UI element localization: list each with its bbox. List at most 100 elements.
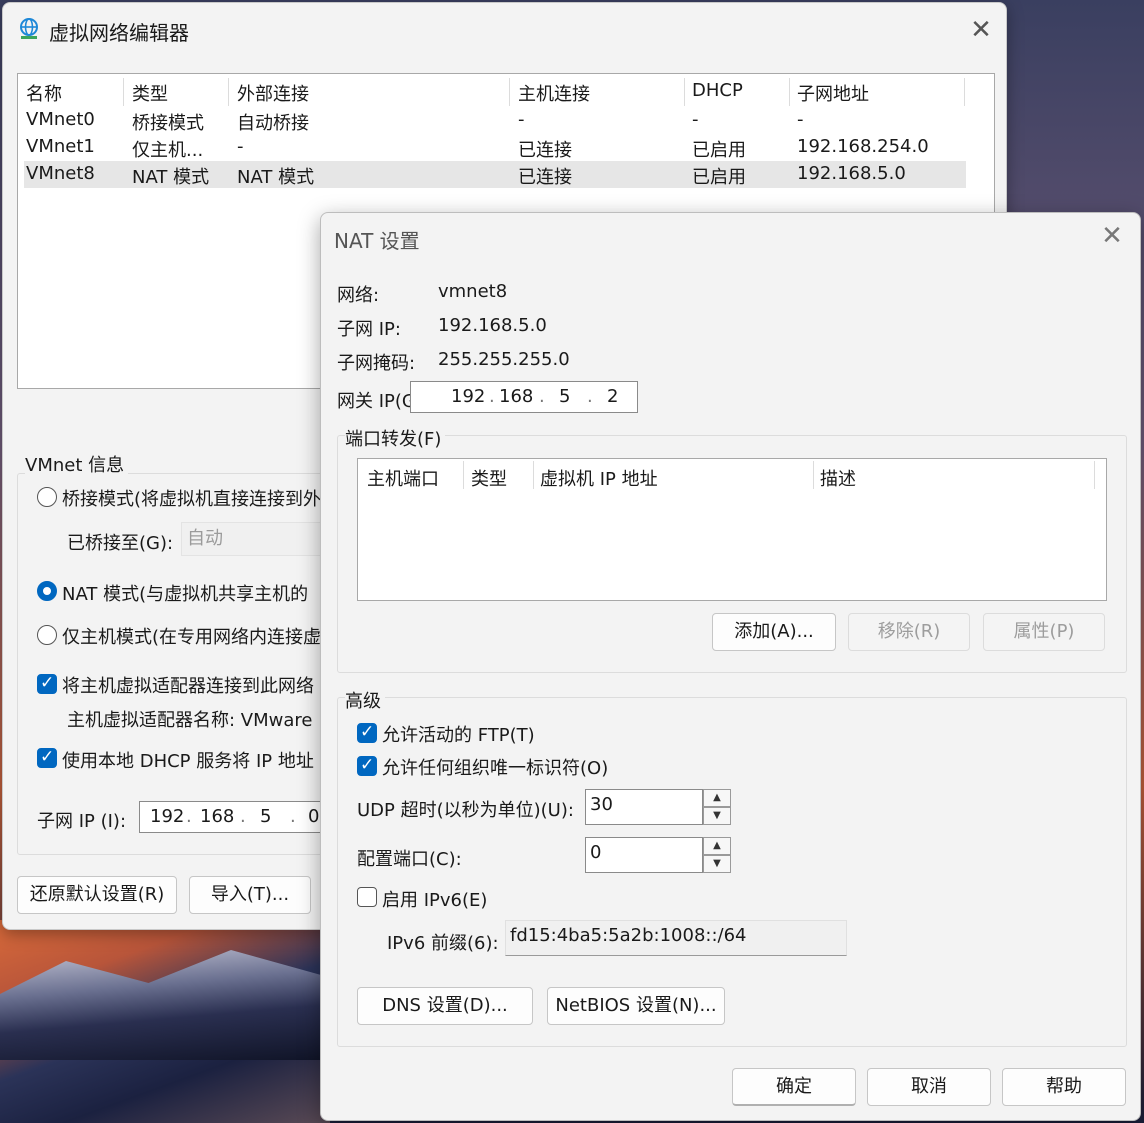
vmnet-info-label: VMnet 信息 (25, 451, 129, 477)
cell-type: 桥接模式 (132, 113, 204, 134)
ip-octet-1: 192 (451, 386, 486, 407)
ip-octet-3: 5 (260, 806, 272, 827)
nat-mode-label: NAT 模式(与虚拟机共享主机的 (62, 584, 309, 605)
close-icon[interactable]: ✕ (966, 15, 996, 45)
cell-host: 已连接 (518, 140, 572, 161)
ip-octet-2: 168 (200, 806, 235, 827)
bridged-mode-label: 桥接模式(将虚拟机直接连接到外 (62, 489, 320, 510)
ok-button[interactable]: 确定 (732, 1068, 856, 1106)
host-only-radio[interactable] (37, 625, 57, 645)
column-header-description[interactable]: 描述 (820, 465, 856, 491)
host-only-label: 仅主机模式(在专用网络内连接虚 (62, 627, 320, 648)
desktop-mountain-image (0, 950, 330, 1060)
column-header-subnet[interactable]: 子网地址 (797, 80, 869, 106)
cell-subnet: - (797, 109, 804, 130)
ipv6-prefix-label: IPv6 前缀(6): (387, 933, 499, 954)
properties-button[interactable]: 属性(P) (983, 613, 1105, 651)
title-bar[interactable]: 虚拟网络编辑器 ✕ (3, 3, 1006, 57)
help-button[interactable]: 帮助 (1002, 1068, 1126, 1106)
bridged-to-label: 已桥接至(G): (67, 533, 174, 554)
netbios-settings-button[interactable]: NetBIOS 设置(N)... (547, 987, 725, 1025)
ip-octet-4: 0 (308, 806, 320, 827)
connect-adapter-checkbox[interactable] (37, 673, 57, 694)
subnet-mask-value: 255.255.255.0 (438, 349, 570, 370)
cell-external: 自动桥接 (237, 113, 309, 134)
cell-host: - (518, 109, 525, 130)
restore-defaults-button[interactable]: 还原默认设置(R) (17, 876, 177, 914)
allow-ftp-checkbox[interactable] (357, 722, 377, 743)
subnet-ip-label: 子网 IP (I): (37, 811, 127, 832)
desktop-background (0, 920, 330, 1123)
spin-down-icon[interactable]: ▼ (703, 855, 731, 873)
subnet-mask-label: 子网掩码: (337, 353, 416, 374)
bridged-to-select[interactable]: 自动 (181, 522, 321, 556)
cell-name: VMnet8 (26, 163, 95, 184)
config-port-input[interactable]: 0 (585, 837, 703, 873)
table-row[interactable]: VMnet0 桥接模式 自动桥接 - - - (24, 107, 966, 134)
allow-oui-checkbox[interactable] (357, 755, 377, 776)
port-forwarding-label: 端口转发(F) (345, 425, 446, 451)
ipv6-prefix-input[interactable]: fd15:4ba5:5a2b:1008::/64 (505, 920, 847, 956)
table-row[interactable]: VMnet1 仅主机... - 已连接 已启用 192.168.254.0 (24, 134, 966, 161)
spin-up-icon[interactable]: ▲ (703, 837, 731, 855)
subnet-ip-label: 子网 IP: (337, 319, 401, 340)
table-row-selected[interactable]: VMnet8 NAT 模式 NAT 模式 已连接 已启用 192.168.5.0 (24, 161, 966, 188)
cell-external: NAT 模式 (237, 167, 315, 188)
config-port-label: 配置端口(C): (357, 849, 462, 870)
column-header-external[interactable]: 外部连接 (237, 80, 309, 106)
cell-name: VMnet1 (26, 136, 95, 157)
network-list-header: 名称 类型 外部连接 主机连接 DHCP 子网地址 (24, 78, 966, 106)
config-port-spinner[interactable]: ▲ ▼ (703, 837, 731, 873)
ip-octet-1: 192 (150, 806, 185, 827)
close-icon[interactable]: ✕ (1097, 221, 1127, 251)
add-button[interactable]: 添加(A)... (712, 613, 836, 651)
advanced-label: 高级 (345, 687, 385, 713)
column-header-type[interactable]: 类型 (471, 465, 507, 491)
cell-type: NAT 模式 (132, 167, 210, 188)
globe-network-icon (20, 18, 38, 39)
enable-ipv6-checkbox[interactable] (357, 887, 377, 907)
enable-ipv6-label: 启用 IPv6(E) (382, 890, 488, 911)
remove-button[interactable]: 移除(R) (848, 613, 970, 651)
column-header-type[interactable]: 类型 (132, 80, 168, 106)
network-value: vmnet8 (438, 281, 508, 302)
nat-settings-dialog: NAT 设置 ✕ 网络: vmnet8 子网 IP: 192.168.5.0 子… (320, 212, 1141, 1121)
column-header-host-port[interactable]: 主机端口 (367, 465, 439, 491)
use-dhcp-checkbox[interactable] (37, 747, 57, 768)
column-header-vm-ip[interactable]: 虚拟机 IP 地址 (540, 465, 658, 491)
cell-type: 仅主机... (132, 140, 204, 161)
ip-octet-4: 2 (607, 386, 619, 407)
udp-timeout-input[interactable]: 30 (585, 789, 703, 825)
cancel-button[interactable]: 取消 (867, 1068, 991, 1106)
network-label: 网络: (337, 285, 380, 306)
dns-settings-button[interactable]: DNS 设置(D)... (357, 987, 533, 1025)
udp-timeout-spinner[interactable]: ▲ ▼ (703, 789, 731, 825)
udp-timeout-label: UDP 超时(以秒为单位)(U): (357, 800, 574, 821)
adapter-name-label: 主机虚拟适配器名称: VMware (67, 710, 313, 731)
column-header-host[interactable]: 主机连接 (518, 80, 590, 106)
cell-subnet: 192.168.5.0 (797, 163, 906, 184)
cell-dhcp: 已启用 (692, 140, 746, 161)
subnet-ip-value: 192.168.5.0 (438, 315, 547, 336)
subnet-ip-input[interactable]: 192 . 168 . 5 . 0 (139, 801, 323, 833)
cell-external: - (237, 136, 244, 157)
port-forwarding-list[interactable]: 主机端口 类型 虚拟机 IP 地址 描述 (357, 458, 1107, 601)
column-header-dhcp[interactable]: DHCP (692, 80, 743, 101)
connect-adapter-label: 将主机虚拟适配器连接到此网络 (62, 676, 314, 697)
cell-dhcp: - (692, 109, 699, 130)
window-title: 虚拟网络编辑器 (49, 21, 189, 45)
column-header-name[interactable]: 名称 (26, 80, 62, 106)
allow-ftp-label: 允许活动的 FTP(T) (382, 725, 535, 746)
nat-mode-radio[interactable] (37, 581, 57, 601)
spin-down-icon[interactable]: ▼ (703, 807, 731, 825)
bridged-mode-radio[interactable] (37, 487, 57, 507)
cell-subnet: 192.168.254.0 (797, 136, 929, 157)
ip-octet-3: 5 (559, 386, 571, 407)
spin-up-icon[interactable]: ▲ (703, 789, 731, 807)
ip-octet-2: 168 (499, 386, 534, 407)
import-button[interactable]: 导入(T)... (189, 876, 311, 914)
gateway-ip-input[interactable]: 192 . 168 . 5 . 2 (410, 381, 638, 413)
cell-name: VMnet0 (26, 109, 95, 130)
cell-host: 已连接 (518, 167, 572, 188)
dialog-title: NAT 设置 (334, 229, 420, 253)
